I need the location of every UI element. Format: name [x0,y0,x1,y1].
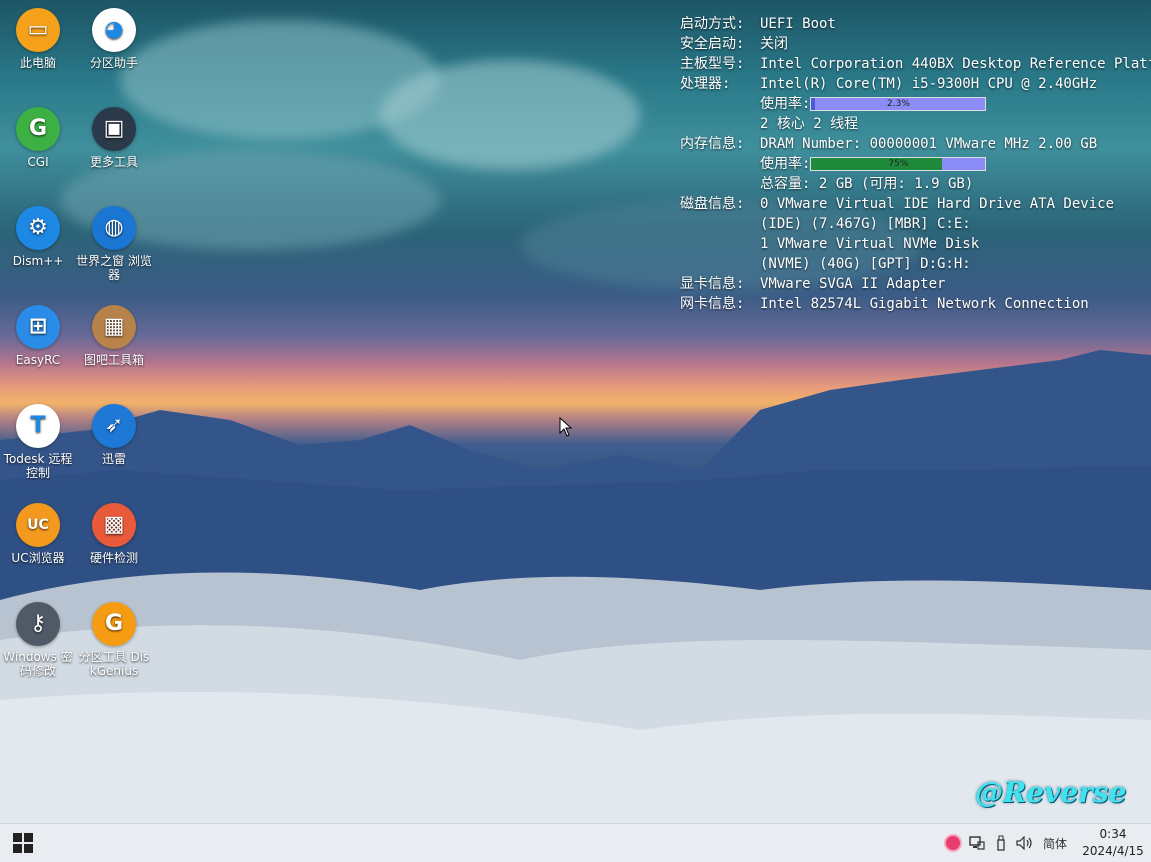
start-button[interactable] [0,824,46,862]
desktop-icon-label: 分区工具 DiskGenius [78,650,150,678]
input-method-indicator[interactable]: 简体 [1040,824,1070,862]
nic-value: Intel 82574L Gigabit Network Connection [760,296,1089,312]
cgi-icon: G [16,107,60,151]
desktop-icon-label: Windows 密码修改 [3,650,73,678]
todesk-icon: T [16,404,60,448]
desktop-icon-label: UC浏览器 [11,551,65,565]
desktop-icon-label: 此电脑 [19,56,56,70]
desktop[interactable]: ▭ 此电脑 ◕ 分区助手 G CGI ▣ 更多工具 ⚙ Dism++ ◍ 世界之窗 浏览器 ⊞ EasyR… [0,0,1151,823]
disk-line-3: 1 VMware Virtual NVMe Disk [760,236,980,252]
key-icon: ⚷ [16,602,60,646]
desktop-icon-label: 迅雷 [101,452,126,466]
secure-boot-label: 安全启动: [680,36,745,52]
clock[interactable]: 0:34 2024/4/15 [1078,826,1148,860]
cpu-label: 处理器: [680,76,731,92]
cpu-usage-text: 2.3% [887,99,910,109]
desktop-icon-tuba-toolbox[interactable]: ▦ 图吧工具箱 [76,305,152,367]
desktop-icon-label: EasyRC [15,353,61,367]
boot-mode-label: 启动方式: [680,16,745,32]
desktop-icon-dism[interactable]: ⚙ Dism++ [0,206,76,268]
network-icon[interactable] [966,824,988,862]
motherboard-label: 主板型号: [680,56,745,72]
easyrc-icon: ⊞ [16,305,60,349]
partition-assistant-icon: ◕ [92,8,136,52]
uc-browser-icon: UC [16,503,60,547]
cpu-usage-label: 使用率: [760,96,811,112]
desktop-icon-partition-assistant[interactable]: ◕ 分区助手 [76,8,152,70]
mouse-cursor-icon [559,417,573,437]
diskgenius-icon: G [92,602,136,646]
clock-date: 2024/4/15 [1082,844,1144,858]
disk-label: 磁盘信息: [680,196,745,212]
cpu-cores: 2 核心 2 线程 [760,116,859,132]
desktop-icon-more-tools[interactable]: ▣ 更多工具 [76,107,152,169]
dism-icon: ⚙ [16,206,60,250]
desktop-icon-label: 硬件检测 [89,551,138,565]
tray-app-icon[interactable] [942,824,964,862]
computer-icon: ▭ [16,8,60,52]
motherboard-value: Intel Corporation 440BX Desktop Referenc… [760,56,1151,72]
memory-usage-label: 使用率: [760,156,811,172]
desktop-icon-label: 图吧工具箱 [83,353,144,367]
cpu-usage-bar: 2.3% [810,97,987,111]
memory-value: DRAM Number: 00000001 VMware MHz 2.00 GB [760,136,1098,152]
cpu-value: Intel(R) Core(TM) i5-9300H CPU @ 2.40GHz [760,76,1098,92]
disk-line-2: (IDE) (7.467G) [MBR] C:E: [760,216,971,232]
desktop-icon-todesk[interactable]: T Todesk 远程控制 [0,404,76,480]
system-info-panel: 启动方式: UEFI Boot 安全启动: 关闭 主板型号: Intel Corpor… [680,14,1151,314]
desktop-icon-label: 分区助手 [89,56,138,70]
memory-label: 内存信息: [680,136,745,152]
secure-boot-value: 关闭 [760,36,788,52]
desktop-icon-xunlei[interactable]: ➶ 迅雷 [76,404,152,466]
clock-time: 0:34 [1099,827,1127,841]
desktop-icon-easyrc[interactable]: ⊞ EasyRC [0,305,76,367]
disk-line-4: (NVME) (40G) [GPT] D:G:H: [760,256,971,272]
desktop-icon-cgi[interactable]: G CGI [0,107,76,169]
desktop-icon-label: Todesk 远程控制 [3,452,73,480]
desktop-icon-label: CGI [27,155,49,169]
hardware-check-icon: ▩ [92,503,136,547]
desktop-icon-label: Dism++ [12,254,64,268]
theworld-browser-icon: ◍ [92,206,136,250]
taskbar: 简体 0:34 2024/4/15 [0,823,1151,862]
memory-usage-bar: 75% [810,157,987,171]
memory-total: 总容量: 2 GB (可用: 1.9 GB) [760,176,974,192]
disk-line-1: 0 VMware Virtual IDE Hard Drive ATA Devi… [760,196,1115,212]
desktop-icon-diskgenius[interactable]: G 分区工具 DiskGenius [76,602,152,678]
gpu-label: 显卡信息: [680,276,745,292]
usb-drive-icon[interactable] [990,824,1012,862]
more-tools-icon: ▣ [92,107,136,151]
windows-logo-icon [13,833,33,853]
desktop-icon-hardware-check[interactable]: ▩ 硬件检测 [76,503,152,565]
nic-label: 网卡信息: [680,296,745,312]
memory-usage-text: 75% [888,159,909,169]
tuba-toolbox-icon: ▦ [92,305,136,349]
gpu-value: VMware SVGA II Adapter [760,276,946,292]
desktop-icon-label: 更多工具 [89,155,138,169]
desktop-icon-uc-browser[interactable]: UC UC浏览器 [0,503,76,565]
boot-mode-value: UEFI Boot [760,16,836,32]
desktop-icon-label: 世界之窗 浏览器 [76,254,152,282]
desktop-icon-theworld-browser[interactable]: ◍ 世界之窗 浏览器 [76,206,152,282]
watermark-text: @Reverse [975,776,1127,809]
volume-icon[interactable] [1013,824,1037,862]
desktop-icon-computer[interactable]: ▭ 此电脑 [0,8,76,70]
xunlei-icon: ➶ [92,404,136,448]
desktop-icon-key[interactable]: ⚷ Windows 密码修改 [0,602,76,678]
